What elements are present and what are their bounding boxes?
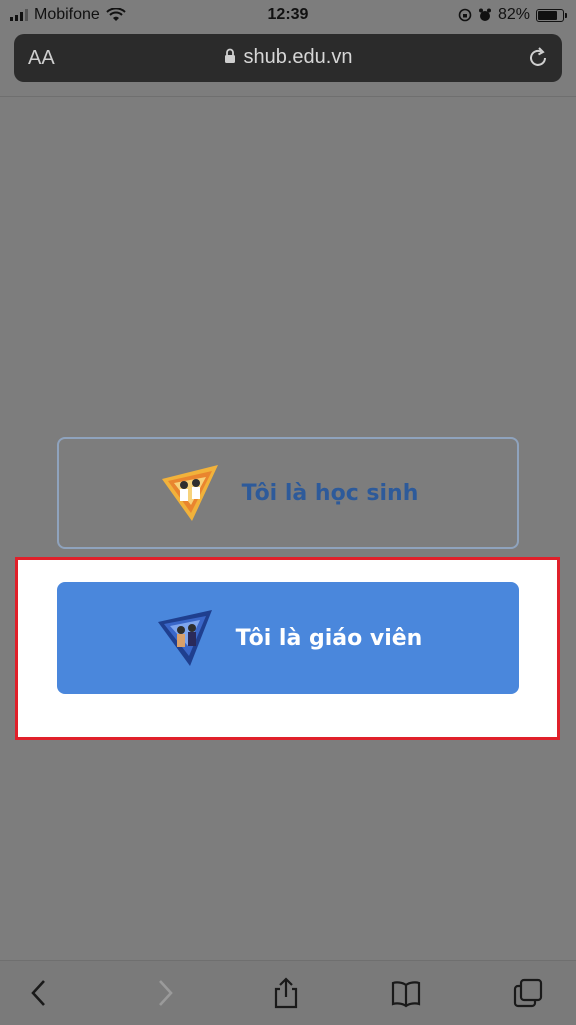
reload-icon[interactable] <box>526 46 550 70</box>
share-icon[interactable] <box>270 977 302 1009</box>
student-logo-icon <box>161 465 218 521</box>
back-icon[interactable] <box>24 977 56 1009</box>
header-divider <box>0 96 576 97</box>
battery-icon <box>536 8 567 22</box>
browser-toolbar <box>0 960 576 1025</box>
student-role-label: Tôi là học sinh <box>241 480 419 506</box>
student-role-button[interactable]: Tôi là học sinh <box>57 437 519 549</box>
teacher-role-button[interactable]: Tôi là giáo viên <box>57 582 519 694</box>
address-bar[interactable]: AA shub.edu.vn <box>14 34 562 82</box>
battery-fill <box>538 10 558 20</box>
forward-icon[interactable] <box>148 977 180 1009</box>
orientation-lock-icon <box>458 8 472 22</box>
teacher-role-label: Tôi là giáo viên <box>235 625 423 651</box>
url-display[interactable]: shub.edu.vn <box>14 46 562 69</box>
status-right: 82% <box>458 6 567 24</box>
battery-percent: 82% <box>497 6 530 23</box>
bookmarks-icon[interactable] <box>390 977 422 1009</box>
lock-icon <box>224 48 235 63</box>
url-text: shub.edu.vn <box>243 46 353 68</box>
status-bar: Mobifone 12:39 82% <box>0 0 576 32</box>
alarm-icon <box>478 8 491 21</box>
tabs-icon[interactable] <box>512 977 544 1009</box>
teacher-logo-icon <box>157 610 212 666</box>
